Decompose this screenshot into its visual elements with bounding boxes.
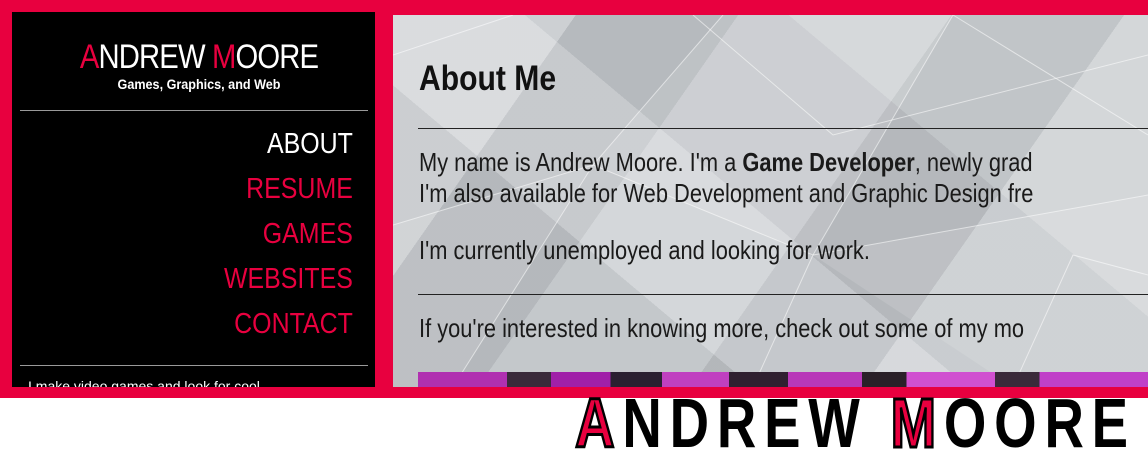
more-info-paragraph: If you're interested in knowing more, ch… (419, 313, 1025, 343)
status-paragraph: I'm currently unemployed and looking for… (419, 235, 870, 265)
footer-name-banner: ANDREW MOORE (574, 384, 1136, 462)
site-tagline: Games, Graphics, and Web (117, 76, 281, 92)
nav-item-games[interactable]: GAMES (224, 212, 353, 257)
intro-paragraph: My name is Andrew Moore. I'm a Game Deve… (419, 147, 1034, 208)
role-highlight: Game Developer (742, 147, 915, 177)
brand[interactable]: ANDREW MOORE Games, Graphics, and Web (12, 38, 375, 92)
sidebar-footer-text: I make video games and look for cool... (28, 378, 272, 387)
sidebar-divider (20, 110, 368, 111)
content-divider (418, 128, 1148, 129)
sidebar: ANDREW MOORE Games, Graphics, and Web AB… (12, 12, 375, 387)
main-nav: ABOUT RESUME GAMES WEBSITES CONTACT (203, 122, 353, 347)
content-panel: About Me My name is Andrew Moore. I'm a … (393, 15, 1148, 387)
sidebar-divider (20, 365, 368, 366)
content-divider (418, 294, 1148, 295)
nav-item-resume[interactable]: RESUME (224, 167, 353, 212)
page-title: About Me (419, 59, 557, 98)
nav-item-about[interactable]: ABOUT (224, 122, 353, 167)
nav-item-contact[interactable]: CONTACT (224, 302, 353, 347)
nav-item-websites[interactable]: WEBSITES (224, 257, 353, 302)
site-logo-name[interactable]: ANDREW MOORE (38, 38, 360, 76)
